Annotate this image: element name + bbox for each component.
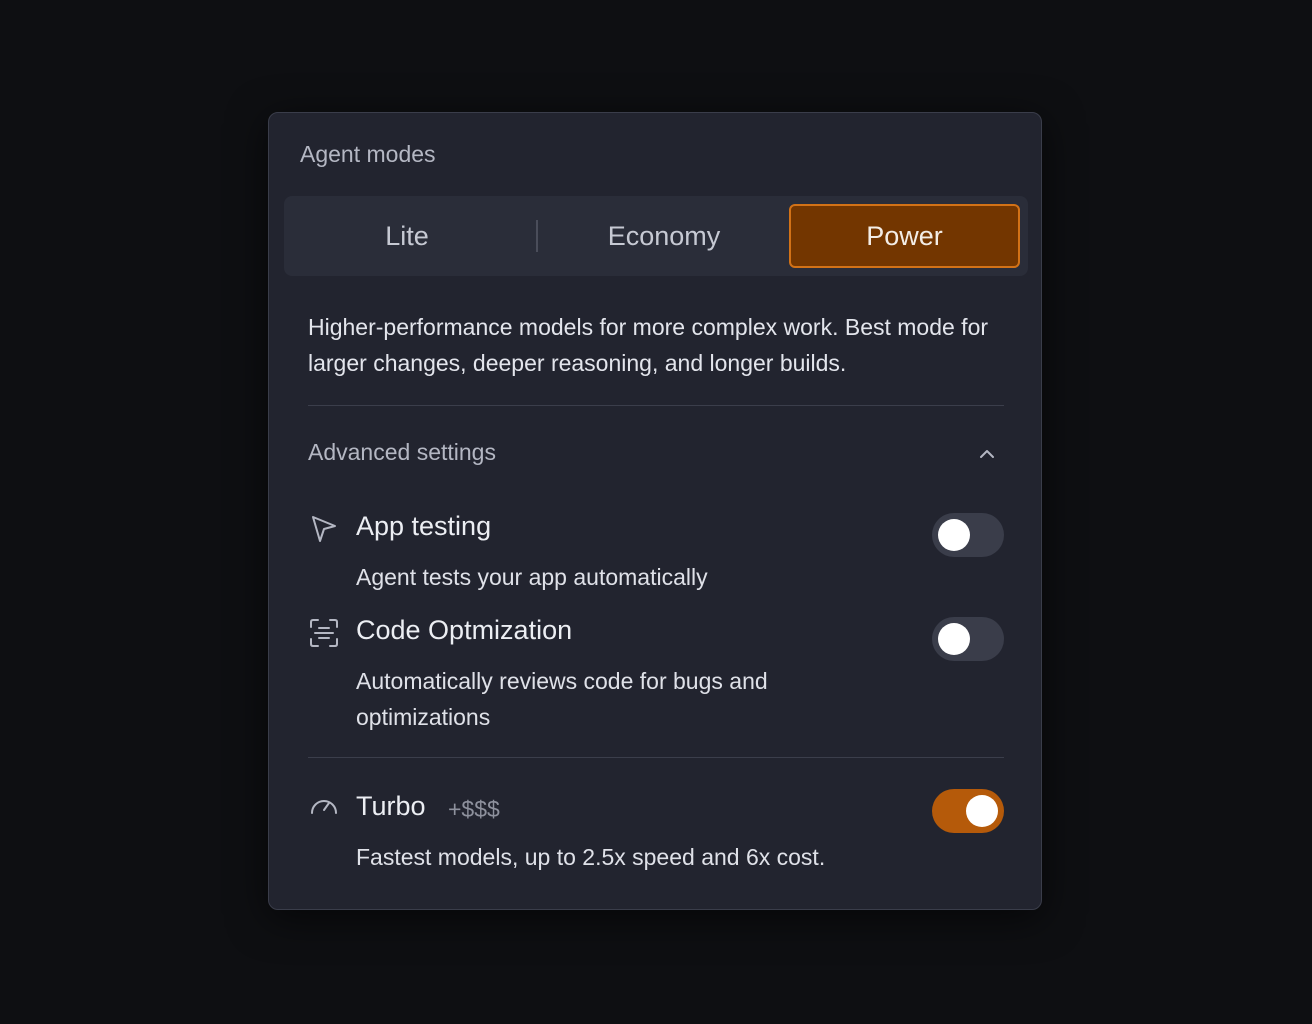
toggle-knob xyxy=(938,519,970,551)
code-scan-icon xyxy=(310,619,338,647)
section-divider xyxy=(308,405,1004,406)
mode-divider xyxy=(536,220,538,252)
setting-title: App testing xyxy=(356,511,492,541)
mode-option-lite[interactable]: Lite xyxy=(292,204,522,268)
mode-description: Higher-performance models for more compl… xyxy=(308,314,989,376)
cost-badge: +$$$ xyxy=(448,796,500,822)
speedometer-icon xyxy=(311,800,337,814)
panel-title: Agent modes xyxy=(300,141,436,167)
mode-option-economy[interactable]: Economy xyxy=(549,204,779,268)
cursor-pointer-icon xyxy=(312,516,336,542)
app-testing-toggle[interactable] xyxy=(932,513,1004,557)
chevron-up-icon xyxy=(980,450,994,458)
setting-turbo: Turbo +$$$ Fastest models, up to 2.5x sp… xyxy=(308,789,1004,871)
setting-code-optimization: Code Optmization Automatically reviews c… xyxy=(308,615,1004,730)
setting-description: Automatically reviews code for bugs and … xyxy=(356,668,768,730)
setting-title: Code Optmization xyxy=(356,615,573,645)
agent-modes-panel: Agent modes Lite Economy Power Higher-pe… xyxy=(268,112,1042,910)
code-optimization-toggle[interactable] xyxy=(932,617,1004,661)
toggle-knob xyxy=(966,795,998,827)
section-divider xyxy=(308,757,1004,758)
setting-app-testing: App testing Agent tests your app automat… xyxy=(308,511,1004,591)
setting-description: Agent tests your app automatically xyxy=(356,564,708,590)
mode-selector: Lite Economy Power xyxy=(284,196,1028,276)
advanced-settings-label: Advanced settings xyxy=(308,439,496,465)
advanced-settings-toggle[interactable]: Advanced settings xyxy=(308,439,1004,473)
mode-option-power[interactable]: Power xyxy=(789,204,1020,268)
setting-title: Turbo xyxy=(356,791,426,821)
toggle-knob xyxy=(938,623,970,655)
setting-description: Fastest models, up to 2.5x speed and 6x … xyxy=(356,844,826,870)
turbo-toggle[interactable] xyxy=(932,789,1004,833)
